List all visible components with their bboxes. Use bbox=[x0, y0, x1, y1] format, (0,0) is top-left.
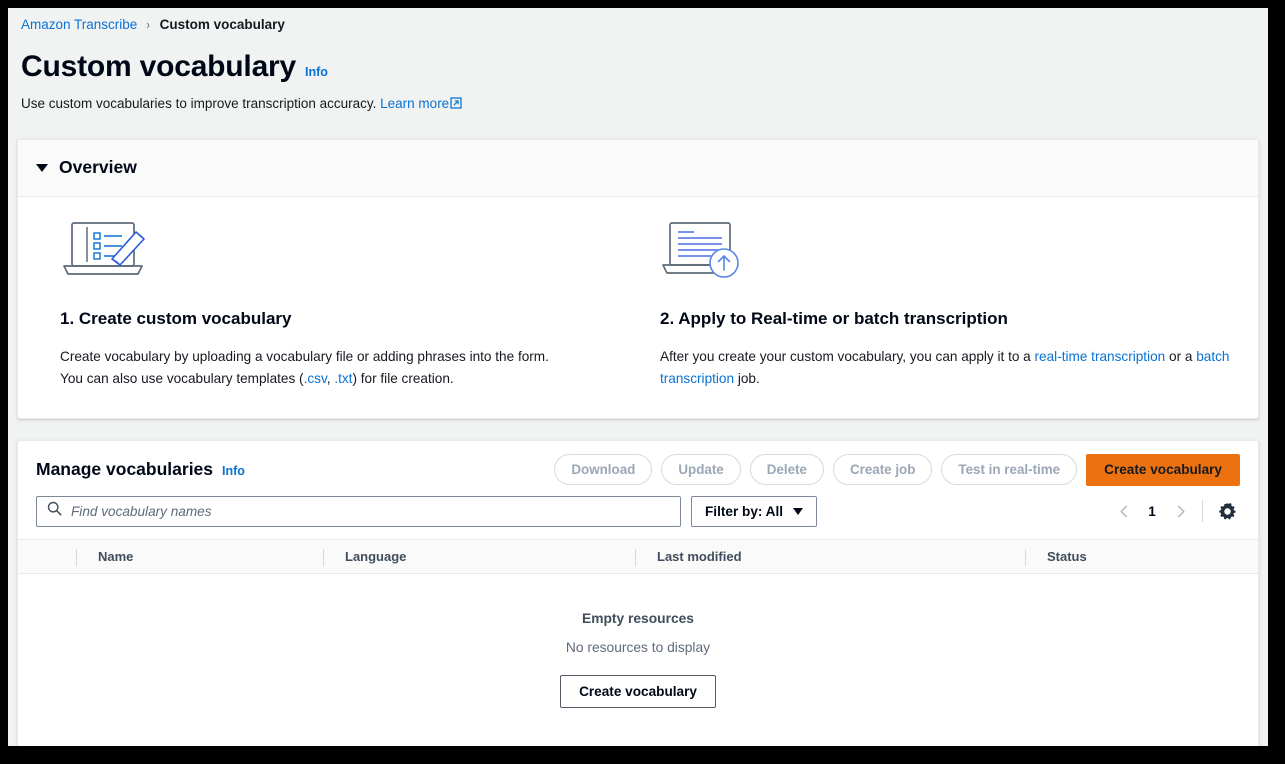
empty-state-subtitle: No resources to display bbox=[18, 640, 1258, 655]
breadcrumb-separator-icon: › bbox=[147, 17, 150, 32]
column-header-name[interactable]: Name bbox=[76, 540, 323, 573]
empty-state-title: Empty resources bbox=[18, 611, 1258, 626]
table-header-row: Name Language Last modified Status bbox=[18, 539, 1258, 574]
manage-vocabularies-header: Manage vocabularies Info Download Update… bbox=[18, 441, 1258, 496]
overview-step-2: 2. Apply to Real-time or batch transcrip… bbox=[638, 219, 1258, 390]
chevron-right-icon[interactable] bbox=[1166, 497, 1194, 525]
filter-by-select[interactable]: Filter by: All bbox=[691, 496, 817, 527]
breadcrumb-item-current: Custom vocabulary bbox=[160, 17, 285, 32]
overview-step-2-text: After you create your custom vocabulary,… bbox=[660, 346, 1236, 390]
search-box[interactable] bbox=[36, 496, 681, 527]
column-header-language[interactable]: Language bbox=[323, 540, 635, 573]
browser-viewport: Amazon Transcribe › Custom vocabulary Cu… bbox=[8, 8, 1268, 746]
filter-by-label: Filter by: All bbox=[705, 504, 783, 519]
test-in-real-time-button[interactable]: Test in real-time bbox=[941, 454, 1077, 485]
empty-state: Empty resources No resources to display … bbox=[18, 574, 1258, 746]
empty-state-create-vocabulary-button[interactable]: Create vocabulary bbox=[560, 675, 716, 708]
breadcrumb-item-amazon-transcribe[interactable]: Amazon Transcribe bbox=[21, 17, 137, 32]
pagination-divider bbox=[1202, 500, 1203, 522]
overview-step-1: 1. Create custom vocabulary Create vocab… bbox=[18, 219, 638, 390]
manage-vocabularies-title: Manage vocabularies bbox=[36, 459, 213, 480]
page-header: Custom vocabulary Info Use custom vocabu… bbox=[8, 36, 1268, 115]
caret-down-icon[interactable] bbox=[36, 164, 48, 172]
download-button[interactable]: Download bbox=[554, 454, 652, 485]
overview-title: Overview bbox=[59, 157, 137, 178]
search-input[interactable] bbox=[71, 504, 670, 519]
pagination: 1 bbox=[1110, 497, 1240, 525]
page-info-link[interactable]: Info bbox=[305, 65, 328, 79]
real-time-transcription-link[interactable]: real-time transcription bbox=[1035, 349, 1166, 364]
search-icon bbox=[47, 501, 62, 521]
overview-step-1-line1: Create vocabulary by uploading a vocabul… bbox=[60, 349, 549, 364]
csv-template-link[interactable]: .csv bbox=[304, 371, 327, 386]
page-description-text: Use custom vocabularies to improve trans… bbox=[21, 96, 380, 111]
pagination-page-1[interactable]: 1 bbox=[1140, 504, 1164, 519]
delete-button[interactable]: Delete bbox=[750, 454, 824, 485]
manage-title-wrap: Manage vocabularies Info bbox=[36, 459, 245, 480]
chevron-left-icon[interactable] bbox=[1110, 497, 1138, 525]
gear-icon[interactable] bbox=[1214, 498, 1240, 524]
create-job-button[interactable]: Create job bbox=[833, 454, 932, 485]
overview-card-header[interactable]: Overview bbox=[18, 140, 1258, 197]
breadcrumb: Amazon Transcribe › Custom vocabulary bbox=[8, 8, 1268, 36]
action-button-group: Download Update Delete Create job Test i… bbox=[554, 454, 1240, 486]
txt-template-link[interactable]: .txt bbox=[334, 371, 352, 386]
create-vocabulary-button[interactable]: Create vocabulary bbox=[1086, 454, 1240, 486]
overview-step-2-title: 2. Apply to Real-time or batch transcrip… bbox=[660, 309, 1236, 329]
overview-step-2-text-a: After you create your custom vocabulary,… bbox=[660, 349, 1035, 364]
chevron-down-icon bbox=[793, 508, 803, 515]
page-title-row: Custom vocabulary Info bbox=[21, 50, 1268, 83]
page-description: Use custom vocabularies to improve trans… bbox=[21, 94, 1268, 115]
table-filter-row: Filter by: All 1 bbox=[18, 496, 1258, 539]
overview-step-1-line2c: ) for file creation. bbox=[352, 371, 453, 386]
overview-step-1-title: 1. Create custom vocabulary bbox=[60, 309, 616, 329]
laptop-upload-icon bbox=[660, 219, 1236, 287]
learn-more-link[interactable]: Learn more bbox=[380, 96, 449, 111]
overview-card: Overview bbox=[17, 139, 1259, 419]
manage-info-link[interactable]: Info bbox=[222, 464, 245, 478]
overview-step-1-text: Create vocabulary by uploading a vocabul… bbox=[60, 346, 616, 390]
column-header-status[interactable]: Status bbox=[1025, 540, 1225, 573]
update-button[interactable]: Update bbox=[661, 454, 740, 485]
column-header-last-modified[interactable]: Last modified bbox=[635, 540, 1025, 573]
overview-step-1-line2a: You can also use vocabulary templates ( bbox=[60, 371, 304, 386]
laptop-checklist-pencil-icon bbox=[60, 219, 616, 287]
external-link-icon bbox=[450, 95, 462, 115]
overview-step-2-text-b: or a bbox=[1165, 349, 1196, 364]
overview-step-2-text-c: job. bbox=[734, 371, 760, 386]
page-title: Custom vocabulary bbox=[21, 50, 296, 83]
manage-vocabularies-card: Manage vocabularies Info Download Update… bbox=[17, 440, 1259, 746]
overview-body: 1. Create custom vocabulary Create vocab… bbox=[18, 197, 1258, 418]
